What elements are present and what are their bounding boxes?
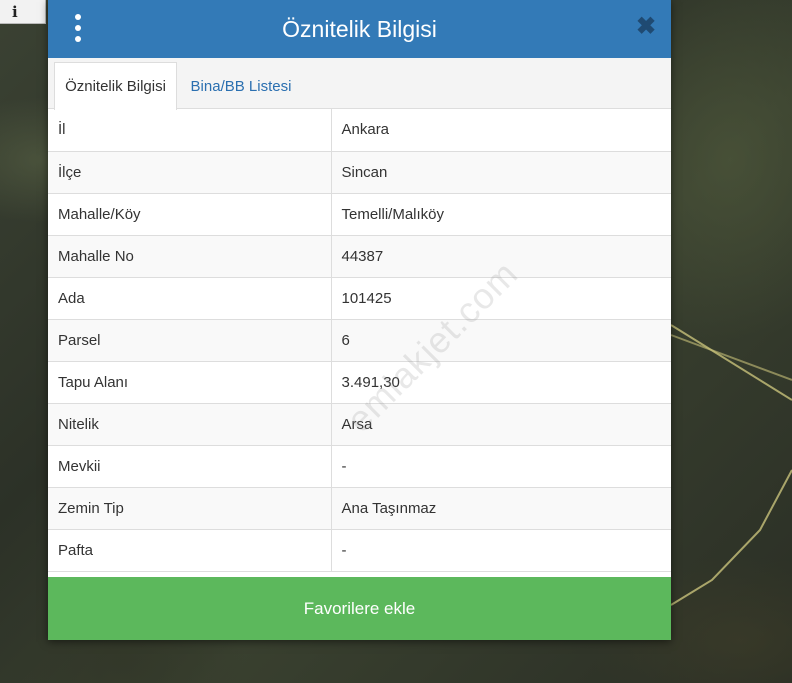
attribute-value: Arsa xyxy=(331,403,671,446)
attribute-value: Ankara xyxy=(331,109,671,152)
menu-button[interactable] xyxy=(70,14,86,42)
tab-building-list[interactable]: Bina/BB Listesi xyxy=(178,62,304,110)
info-icon: i xyxy=(12,2,18,21)
attribute-key: İl xyxy=(48,109,332,152)
attribute-key: Mahalle/Köy xyxy=(48,193,332,236)
attribute-key: Nitelik xyxy=(48,403,332,446)
table-row: Mahalle No 44387 xyxy=(48,235,671,278)
attribute-value: - xyxy=(331,529,671,572)
attribute-value: - xyxy=(331,445,671,488)
attribute-key: Pafta xyxy=(48,529,332,572)
attribute-value: 101425 xyxy=(331,277,671,320)
attribute-value: 3.491,30 xyxy=(331,361,671,404)
attribute-key: Tapu Alanı xyxy=(48,361,332,404)
dialog-header: Öznitelik Bilgisi ✖ xyxy=(48,0,671,58)
attribute-value: 44387 xyxy=(331,235,671,278)
table-row: Ada 101425 xyxy=(48,277,671,320)
kebab-menu-icon xyxy=(75,36,81,42)
attribute-key: Mevkii xyxy=(48,445,332,488)
attribute-value: Ana Taşınmaz xyxy=(331,487,671,530)
table-row: Zemin Tip Ana Taşınmaz xyxy=(48,487,671,530)
attribute-key: Parsel xyxy=(48,319,332,362)
close-icon[interactable]: ✖ xyxy=(635,13,657,41)
attribute-value: Temelli/Malıköy xyxy=(331,193,671,236)
tab-bar: Öznitelik Bilgisi Bina/BB Listesi xyxy=(48,58,671,110)
kebab-menu-icon xyxy=(75,14,81,20)
dialog-title: Öznitelik Bilgisi xyxy=(282,15,437,42)
tab-attribute-info[interactable]: Öznitelik Bilgisi xyxy=(54,62,177,110)
table-row: Parsel 6 xyxy=(48,319,671,362)
map-info-button[interactable]: i xyxy=(0,0,46,24)
attribute-table: İl Ankara İlçe Sincan Mahalle/Köy Temelli/Mal… xyxy=(48,109,671,572)
add-to-favorites-button[interactable]: Favorilere ekle xyxy=(48,577,671,640)
table-row: Pafta - xyxy=(48,529,671,572)
attribute-key: Mahalle No xyxy=(48,235,332,278)
table-row: Mahalle/Köy Temelli/Malıköy xyxy=(48,193,671,236)
kebab-menu-icon xyxy=(75,25,81,31)
attribute-key: İlçe xyxy=(48,151,332,194)
attribute-key: Zemin Tip xyxy=(48,487,332,530)
table-row: Tapu Alanı 3.491,30 xyxy=(48,361,671,404)
table-row: Mevkii - xyxy=(48,445,671,488)
table-row: İl Ankara xyxy=(48,109,671,152)
attribute-value: 6 xyxy=(331,319,671,362)
table-row: Nitelik Arsa xyxy=(48,403,671,446)
attribute-key: Ada xyxy=(48,277,332,320)
table-row: İlçe Sincan xyxy=(48,151,671,194)
attribute-value: Sincan xyxy=(331,151,671,194)
attribute-dialog: Öznitelik Bilgisi ✖ Öznitelik Bilgisi Bi… xyxy=(48,0,671,640)
